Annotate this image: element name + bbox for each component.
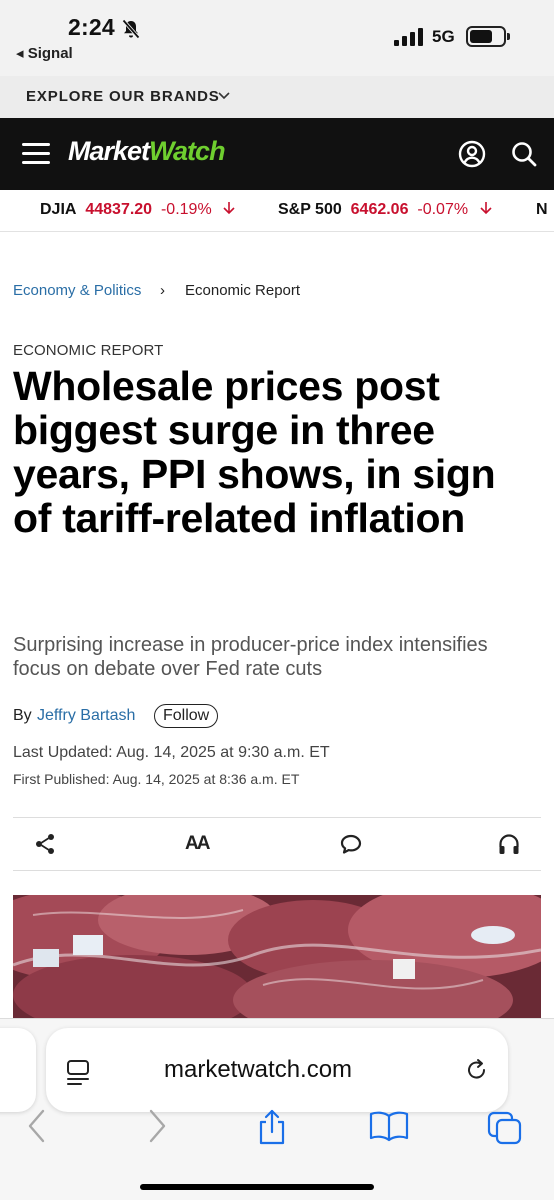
explore-brands-bar[interactable]: EXPLORE OUR BRANDS: [0, 76, 554, 118]
ticker-item-sp500[interactable]: S&P 500 6462.06 -0.07%: [278, 201, 493, 219]
article-toolbar: AA: [13, 817, 541, 871]
market-ticker: DJIA 44837.20 -0.19% S&P 500 6462.06 -0.…: [0, 190, 554, 232]
last-updated: Last Updated: Aug. 14, 2025 at 9:30 a.m.…: [13, 744, 330, 761]
first-published: First Published: Aug. 14, 2025 at 8:36 a…: [13, 771, 300, 787]
home-indicator[interactable]: [140, 1184, 374, 1190]
reader-icon[interactable]: [66, 1059, 90, 1085]
clock: 2:24: [68, 14, 115, 40]
ticker-item-djia[interactable]: DJIA 44837.20 -0.19%: [40, 201, 236, 219]
byline-prefix: By: [13, 707, 32, 724]
previous-tab-peek[interactable]: [0, 1028, 36, 1112]
breadcrumb-current[interactable]: Economic Report: [185, 282, 300, 299]
breadcrumb-section-link[interactable]: Economy & Politics: [13, 282, 141, 299]
article-headline: Wholesale prices post biggest surge in t…: [13, 363, 496, 541]
logo-market: Market: [68, 136, 150, 166]
url-text[interactable]: marketwatch.com: [164, 1056, 352, 1084]
breadcrumb-separator: ›: [160, 282, 165, 299]
menu-icon[interactable]: [22, 141, 50, 165]
ticker-overflow: N: [536, 201, 548, 218]
text-size-icon[interactable]: AA: [185, 833, 210, 855]
ticker-change: -0.07%: [417, 201, 469, 218]
back-to-app-link[interactable]: ◂ Signal: [16, 44, 73, 62]
article-kicker[interactable]: ECONOMIC REPORT: [13, 342, 163, 359]
share-icon[interactable]: [33, 832, 57, 856]
address-bar[interactable]: marketwatch.com: [46, 1028, 508, 1112]
article-image[interactable]: [13, 895, 541, 1020]
cellular-signal-icon: [394, 28, 423, 46]
battery-nub: [507, 33, 510, 40]
chevron-down-icon: [218, 92, 230, 100]
share-sheet-icon[interactable]: [256, 1108, 288, 1146]
forward-icon[interactable]: [146, 1108, 168, 1144]
breadcrumb: Economy & Politics › Economic Report: [13, 282, 300, 299]
ticker-symbol: DJIA: [40, 201, 77, 218]
site-header: MarketWatch: [0, 118, 554, 190]
headphones-icon[interactable]: [497, 832, 521, 856]
logo-watch: Watch: [149, 136, 226, 166]
status-bar: 2:24 ◂ Signal 5G: [0, 0, 554, 76]
tabs-icon[interactable]: [486, 1110, 524, 1146]
bell-slash-icon: [122, 19, 140, 39]
battery-icon: [466, 26, 506, 47]
ticker-value: 6462.06: [350, 201, 409, 218]
search-icon[interactable]: [510, 140, 538, 168]
back-icon[interactable]: [26, 1108, 48, 1144]
comment-icon[interactable]: [339, 832, 363, 856]
network-type: 5G: [432, 27, 455, 46]
follow-button[interactable]: Follow: [154, 704, 219, 728]
down-arrow-icon: [223, 202, 235, 215]
article-subheadline: Surprising increase in producer-price in…: [13, 634, 488, 680]
marketwatch-logo[interactable]: MarketWatch: [68, 136, 226, 167]
user-icon[interactable]: [458, 140, 486, 168]
ticker-change: -0.19%: [160, 201, 212, 218]
reload-icon[interactable]: [466, 1058, 488, 1082]
bookmarks-icon[interactable]: [369, 1110, 409, 1142]
explore-brands-label: EXPLORE OUR BRANDS: [26, 88, 220, 105]
author-link[interactable]: Jeffry Bartash: [37, 707, 135, 725]
ticker-symbol: S&P 500: [278, 201, 342, 218]
ticker-value: 44837.20: [85, 201, 153, 218]
down-arrow-icon: [479, 202, 492, 215]
